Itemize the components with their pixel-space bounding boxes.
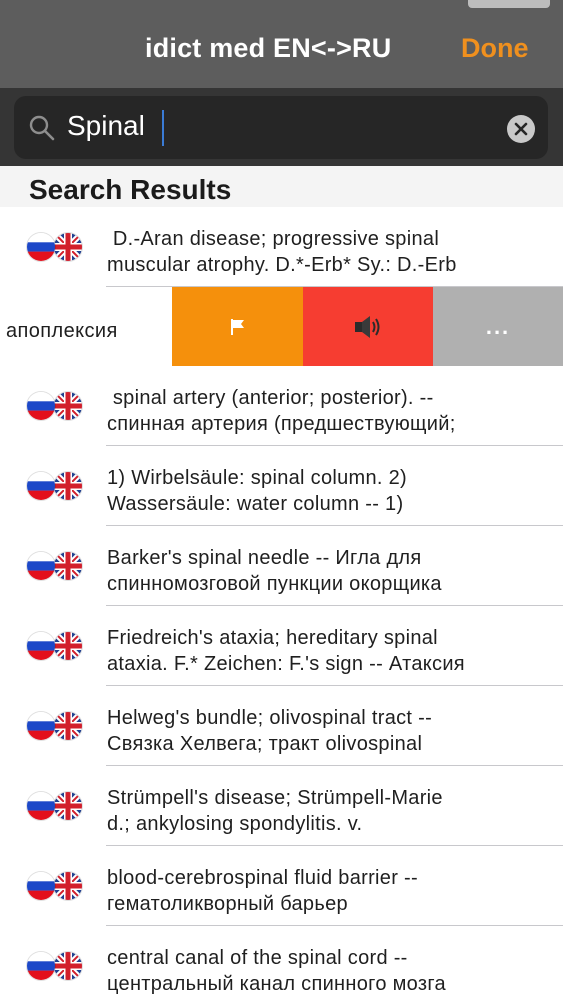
result-row[interactable]: 1) Wirbelsäule: spinal column. 2) Wasser… bbox=[0, 446, 563, 526]
result-text: D.-Aran disease; progressive spinal musc… bbox=[107, 226, 555, 278]
uk-flag-icon bbox=[54, 952, 82, 980]
row-separator bbox=[106, 286, 563, 287]
result-row[interactable]: Helweg's bundle; olivospinal tract -- Св… bbox=[0, 686, 563, 766]
result-line: Связка Хелвега; тракт olivospinal bbox=[107, 733, 423, 755]
russia-flag-icon bbox=[27, 872, 55, 900]
result-text: 1) Wirbelsäule: spinal column. 2) Wasser… bbox=[107, 465, 555, 517]
russia-flag-icon bbox=[27, 552, 55, 580]
language-flags bbox=[27, 632, 83, 662]
russia-flag-icon bbox=[27, 392, 55, 420]
result-text: central canal of the spinal cord -- цент… bbox=[107, 945, 555, 997]
russia-flag-icon bbox=[27, 712, 55, 740]
result-line: Friedreich's ataxia; hereditary spinal bbox=[107, 627, 438, 649]
done-button[interactable]: Done bbox=[461, 33, 529, 64]
more-icon: ... bbox=[485, 313, 511, 339]
result-row[interactable]: Strümpell's disease; Strümpell-Marie d.;… bbox=[0, 766, 563, 846]
result-text: Strümpell's disease; Strümpell-Marie d.;… bbox=[107, 785, 555, 837]
clear-search-button[interactable] bbox=[507, 115, 535, 143]
search-input[interactable] bbox=[67, 106, 487, 146]
result-text: blood-cerebrospinal fluid barrier -- гем… bbox=[107, 865, 555, 917]
uk-flag-icon bbox=[54, 233, 82, 261]
result-line: Strümpell's disease; Strümpell-Marie bbox=[107, 787, 443, 809]
language-flags bbox=[27, 952, 83, 982]
app-title: idict med EN<->RU bbox=[145, 33, 392, 63]
russia-flag-icon bbox=[27, 632, 55, 660]
section-title: Search Results bbox=[29, 174, 232, 205]
result-line: 1) Wirbelsäule: spinal column. 2) bbox=[107, 467, 408, 489]
result-line: muscular atrophy. D.*-Erb* Sy.: D.-Erb bbox=[107, 254, 457, 276]
uk-flag-icon bbox=[54, 632, 82, 660]
uk-flag-icon bbox=[54, 712, 82, 740]
result-line: Barker's spinal needle -- Игла для bbox=[107, 547, 422, 569]
result-row[interactable]: D.-Aran disease; progressive spinal musc… bbox=[0, 207, 563, 287]
uk-flag-icon bbox=[54, 872, 82, 900]
language-flags bbox=[27, 233, 83, 263]
search-field[interactable] bbox=[14, 96, 548, 159]
text-cursor bbox=[162, 110, 164, 146]
uk-flag-icon bbox=[54, 392, 82, 420]
result-text: Friedreich's ataxia; hereditary spinal a… bbox=[107, 625, 555, 677]
result-row[interactable]: central canal of the spinal cord -- цент… bbox=[0, 926, 563, 1006]
language-flags bbox=[27, 392, 83, 422]
result-row[interactable]: Barker's spinal needle -- Игла для спинн… bbox=[0, 526, 563, 606]
search-icon bbox=[29, 115, 55, 141]
speak-action-button[interactable] bbox=[303, 287, 433, 366]
result-line: spinal artery (anterior; posterior). -- bbox=[107, 387, 434, 409]
more-action-button[interactable]: ... bbox=[433, 287, 563, 366]
section-header: Search Results bbox=[0, 166, 563, 210]
result-row[interactable]: blood-cerebrospinal fluid barrier -- гем… bbox=[0, 846, 563, 926]
swiped-row-text: апоплексия bbox=[6, 320, 118, 342]
uk-flag-icon bbox=[54, 792, 82, 820]
uk-flag-icon bbox=[54, 472, 82, 500]
result-line: Wassersäule: water column -- 1) bbox=[107, 493, 404, 515]
result-line: Helweg's bundle; olivospinal tract -- bbox=[107, 707, 433, 729]
result-line: спинная артерия (предшествующий; bbox=[107, 413, 456, 435]
close-icon bbox=[514, 122, 528, 136]
result-text: Helweg's bundle; olivospinal tract -- Св… bbox=[107, 705, 555, 757]
result-line: ataxia. F.* Zeichen: F.'s sign -- Атакси… bbox=[107, 653, 465, 675]
russia-flag-icon bbox=[27, 233, 55, 261]
flag-action-button[interactable] bbox=[172, 287, 303, 366]
result-row[interactable]: spinal artery (anterior; posterior). -- … bbox=[0, 366, 563, 446]
search-bar bbox=[0, 88, 563, 166]
result-line: гематоликворный барьер bbox=[107, 893, 348, 915]
result-line: d.; ankylosing spondylitis. v. bbox=[107, 813, 363, 835]
russia-flag-icon bbox=[27, 792, 55, 820]
language-flags bbox=[27, 712, 83, 742]
russia-flag-icon bbox=[27, 472, 55, 500]
result-text: spinal artery (anterior; posterior). -- … bbox=[107, 385, 555, 437]
russia-flag-icon bbox=[27, 952, 55, 980]
speaker-icon bbox=[355, 315, 380, 338]
flag-icon bbox=[230, 318, 244, 335]
result-line: blood-cerebrospinal fluid barrier -- bbox=[107, 867, 418, 889]
language-flags bbox=[27, 552, 83, 582]
result-line: спинномозговой пункции окорщика bbox=[107, 573, 442, 595]
result-line: центральный канал спинного мозга bbox=[107, 973, 446, 995]
language-flags bbox=[27, 472, 83, 502]
swiped-result-row[interactable]: апоплексия ... bbox=[0, 287, 563, 366]
navigation-bar: idict med EN<->RU Done bbox=[0, 0, 563, 88]
result-line: D.-Aran disease; progressive spinal bbox=[107, 228, 440, 250]
result-row[interactable]: Friedreich's ataxia; hereditary spinal a… bbox=[0, 606, 563, 686]
result-line: central canal of the spinal cord -- bbox=[107, 947, 408, 969]
language-flags bbox=[27, 872, 83, 902]
status-bar-fragment bbox=[468, 0, 550, 8]
uk-flag-icon bbox=[54, 552, 82, 580]
result-text: Barker's spinal needle -- Игла для спинн… bbox=[107, 545, 555, 597]
language-flags bbox=[27, 792, 83, 822]
